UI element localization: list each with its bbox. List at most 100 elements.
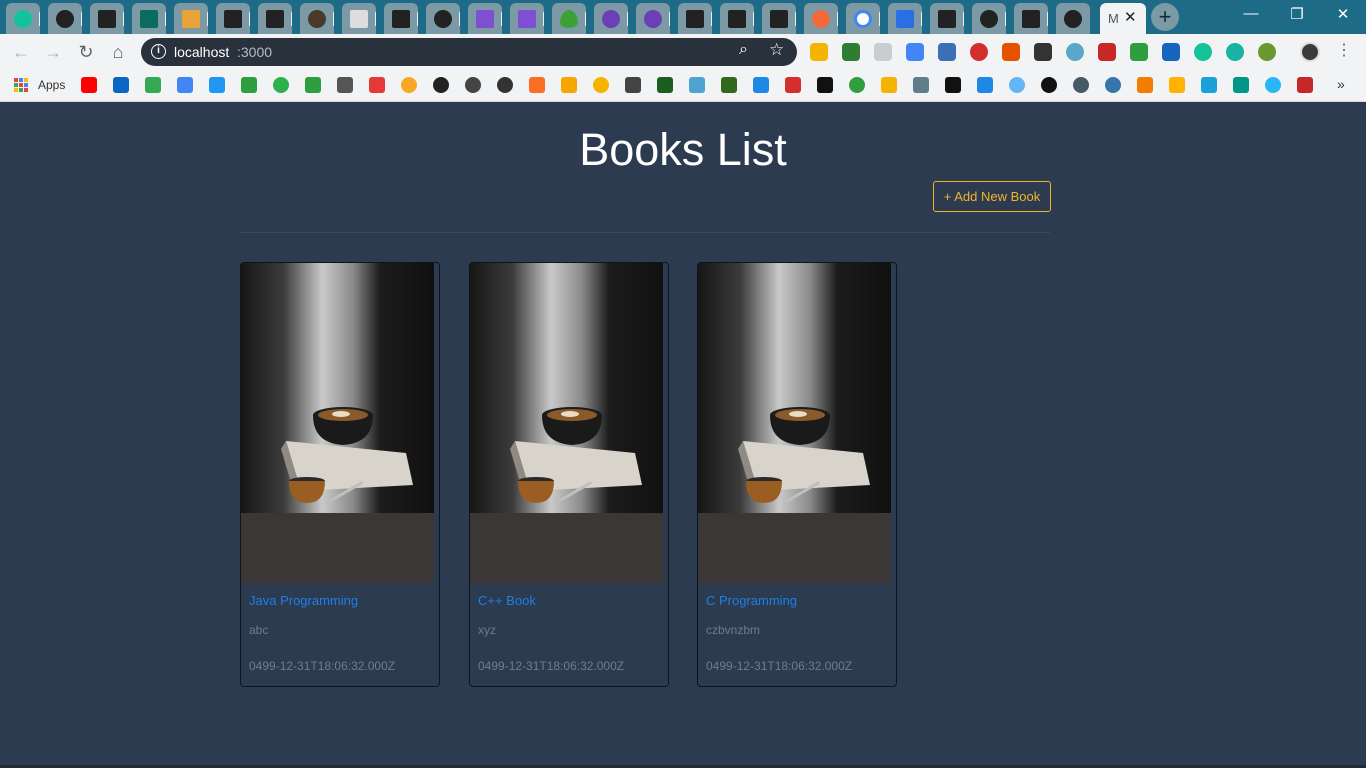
bookmark-icon[interactable]: [817, 77, 833, 93]
browser-tab[interactable]: [762, 3, 796, 34]
github-icon[interactable]: [1041, 77, 1057, 93]
browser-tab[interactable]: [1014, 3, 1048, 34]
bookmark-icon[interactable]: [209, 77, 225, 93]
bookmark-icon[interactable]: [849, 77, 865, 93]
bookmark-icon[interactable]: [1297, 77, 1313, 93]
bookmark-icon[interactable]: [1009, 77, 1025, 93]
add-new-book-button[interactable]: + Add New Book: [933, 181, 1051, 212]
bookmark-icon[interactable]: [497, 77, 513, 93]
bookmark-icon[interactable]: [657, 77, 673, 93]
amazon-icon[interactable]: [945, 77, 961, 93]
apps-grid-icon[interactable]: [14, 78, 28, 92]
pocket-icon[interactable]: [874, 43, 892, 61]
browser-tab[interactable]: [300, 3, 334, 34]
linkedin-icon[interactable]: [113, 77, 129, 93]
pdf-icon[interactable]: [1098, 43, 1116, 61]
adblock-icon[interactable]: [970, 43, 988, 61]
bookmark-icon[interactable]: [913, 77, 929, 93]
extension-icon[interactable]: [1226, 43, 1244, 61]
bookmark-icon[interactable]: [1265, 77, 1281, 93]
bookmark-icon[interactable]: [689, 77, 705, 93]
browser-tab[interactable]: [1056, 3, 1090, 34]
extension-icon[interactable]: [1066, 43, 1084, 61]
zoom-icon[interactable]: ⌕: [739, 41, 748, 59]
bookmark-icon[interactable]: [1137, 77, 1153, 93]
bookmark-icon[interactable]: [625, 77, 641, 93]
grammarly-icon[interactable]: [1194, 43, 1212, 61]
browser-tab[interactable]: [426, 3, 460, 34]
extension-icon[interactable]: [810, 43, 828, 61]
bookmark-icon[interactable]: [305, 77, 321, 93]
browser-tab[interactable]: [720, 3, 754, 34]
close-tab-icon[interactable]: ✕: [1124, 8, 1137, 26]
bookmark-icon[interactable]: [785, 77, 801, 93]
bookmark-icon[interactable]: [753, 77, 769, 93]
python-icon[interactable]: [1105, 77, 1121, 93]
youtube-icon[interactable]: [81, 77, 97, 93]
browser-tab[interactable]: [174, 3, 208, 34]
openai-icon[interactable]: [433, 77, 449, 93]
extension-icon[interactable]: [938, 43, 956, 61]
apps-bookmark-label[interactable]: Apps: [38, 78, 65, 92]
browser-tab[interactable]: [216, 3, 250, 34]
site-info-icon[interactable]: i: [151, 44, 166, 59]
home-button[interactable]: ⌂: [107, 41, 129, 63]
browser-tab-active[interactable]: M ✕: [1100, 3, 1146, 34]
hackerrank-icon[interactable]: [273, 77, 289, 93]
browser-tab[interactable]: [804, 3, 838, 34]
browser-tab[interactable]: [48, 3, 82, 34]
browser-tab[interactable]: [594, 3, 628, 34]
reload-button[interactable]: ↻: [75, 41, 97, 63]
office-icon[interactable]: [1002, 43, 1020, 61]
browser-tab[interactable]: [342, 3, 376, 34]
browser-tab[interactable]: [846, 3, 880, 34]
evernote-icon[interactable]: [1130, 43, 1148, 61]
browser-tab[interactable]: [972, 3, 1006, 34]
browser-tab[interactable]: [510, 3, 544, 34]
google-maps-icon[interactable]: [145, 77, 161, 93]
browser-tab[interactable]: [636, 3, 670, 34]
browser-tab[interactable]: [6, 3, 40, 34]
book-title-link[interactable]: Java Programming: [249, 593, 358, 608]
browser-tab[interactable]: [384, 3, 418, 34]
bookmark-star-icon[interactable]: ☆: [769, 40, 784, 60]
restore-button[interactable]: ❐: [1274, 5, 1320, 27]
google-translate-icon[interactable]: [177, 77, 193, 93]
bookmark-icon[interactable]: [593, 77, 609, 93]
bookmarks-overflow-icon[interactable]: »: [1337, 76, 1345, 92]
bookmark-icon[interactable]: [1169, 77, 1185, 93]
new-tab-button[interactable]: +: [1151, 3, 1179, 31]
browser-tab[interactable]: [258, 3, 292, 34]
openai-icon[interactable]: [465, 77, 481, 93]
bookmark-icon[interactable]: [1233, 77, 1249, 93]
browser-tab[interactable]: [90, 3, 124, 34]
bookmark-icon[interactable]: [369, 77, 385, 93]
json-icon[interactable]: [1034, 43, 1052, 61]
ideone-icon[interactable]: [337, 77, 353, 93]
extension-icon[interactable]: [1162, 43, 1180, 61]
browser-tab[interactable]: [678, 3, 712, 34]
extension-icon[interactable]: [842, 43, 860, 61]
browser-tab[interactable]: [930, 3, 964, 34]
book-title-link[interactable]: C Programming: [706, 593, 797, 608]
extension-icon[interactable]: [1258, 43, 1276, 61]
back-button[interactable]: ←: [10, 41, 32, 63]
browser-menu-icon[interactable]: ⋮: [1336, 40, 1352, 60]
bookmark-icon[interactable]: [561, 77, 577, 93]
google-translate-icon[interactable]: [906, 43, 924, 61]
cisco-icon[interactable]: [1201, 77, 1217, 93]
bookmark-icon[interactable]: [241, 77, 257, 93]
minimize-button[interactable]: —: [1228, 5, 1274, 27]
bookmark-icon[interactable]: [401, 77, 417, 93]
forward-button[interactable]: →: [42, 41, 64, 63]
bookmark-icon[interactable]: [1073, 77, 1089, 93]
bookmark-icon[interactable]: [881, 77, 897, 93]
profile-avatar[interactable]: [1300, 42, 1320, 62]
browser-tab[interactable]: [552, 3, 586, 34]
address-bar[interactable]: i localhost :3000 ⌕ ☆: [141, 38, 797, 66]
book-title-link[interactable]: C++ Book: [478, 593, 536, 608]
bookmark-icon[interactable]: [721, 77, 737, 93]
browser-tab[interactable]: [468, 3, 502, 34]
browser-tab[interactable]: [132, 3, 166, 34]
close-window-button[interactable]: ✕: [1320, 5, 1366, 27]
